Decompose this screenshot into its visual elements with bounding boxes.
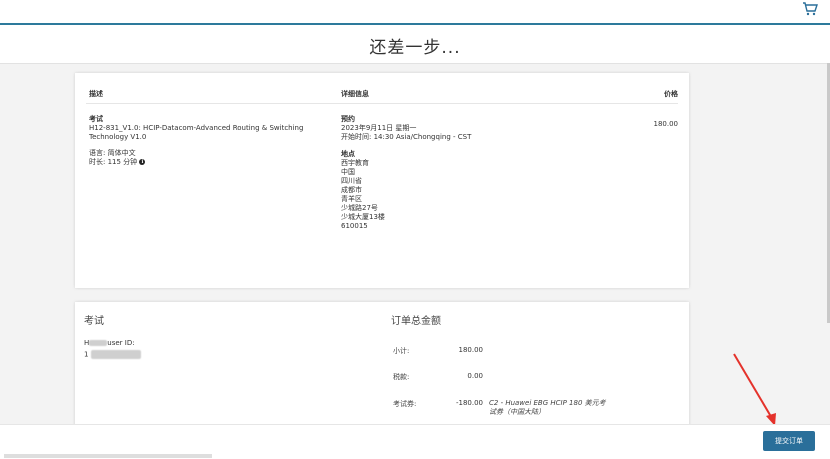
location-line: 西宇教育 bbox=[341, 159, 369, 167]
user-id-prefix: 1 bbox=[84, 350, 89, 359]
redacted-user-id bbox=[90, 350, 141, 359]
location-line: 610015 bbox=[341, 222, 368, 230]
cart-icon[interactable] bbox=[802, 1, 818, 17]
horizontal-scrollbar[interactable] bbox=[4, 454, 212, 458]
exam-duration: 时长: 115 分钟 bbox=[89, 158, 138, 166]
header-divider bbox=[86, 103, 678, 104]
top-bar bbox=[0, 0, 830, 25]
location-line: 少城大厦13楼 bbox=[341, 213, 385, 221]
tax-value: 0.00 bbox=[467, 372, 483, 380]
user-id-value-row: 1 bbox=[84, 350, 141, 360]
location-line: 成都市 bbox=[341, 186, 362, 194]
exam-duration-row: 时长: 115 分钟 i bbox=[89, 158, 314, 167]
voucher-label: 考试券: bbox=[393, 400, 417, 408]
location-line: 四川省 bbox=[341, 177, 362, 185]
user-id-label-row: Huser ID: bbox=[84, 339, 135, 348]
exam-price: 180.00 bbox=[653, 120, 679, 128]
tax-label: 税款: bbox=[393, 373, 410, 381]
footer-bar bbox=[0, 424, 830, 459]
appointment-label: 预约 bbox=[341, 115, 355, 123]
voucher-value: -180.00 bbox=[455, 399, 483, 407]
exam-label: 考试 bbox=[89, 115, 103, 123]
appointment-date: 2023年9月11日 星期一 bbox=[341, 124, 417, 132]
exam-description: 考试 H12-831_V1.0: HCIP-Datacom-Advanced R… bbox=[89, 115, 314, 167]
subtotal-value: 180.00 bbox=[458, 346, 484, 354]
user-id-label: user ID: bbox=[107, 339, 135, 347]
title-bar: 还差一步... bbox=[0, 25, 830, 64]
page-title: 还差一步... bbox=[369, 38, 461, 58]
exam-details: 预约 2023年9月11日 星期一 开始时间: 14:30 Asia/Chong… bbox=[341, 115, 571, 231]
col-header-details: 详细信息 bbox=[341, 90, 369, 98]
location-line: 中国 bbox=[341, 168, 355, 176]
col-header-price: 价格 bbox=[664, 90, 678, 98]
exam-name: H12-831_V1.0: HCIP-Datacom-Advanced Rout… bbox=[89, 124, 304, 141]
info-icon[interactable]: i bbox=[139, 159, 146, 165]
exam-language: 语言: 简体中文 bbox=[89, 149, 136, 157]
appointment-start-time: 开始时间: 14:30 Asia/Chongqing - CST bbox=[341, 133, 472, 141]
voucher-note: C2 - Huawei EBG HCIP 180 美元考试券（中国大陆） bbox=[489, 399, 606, 416]
candidate-section-title: 考试 bbox=[84, 316, 104, 327]
redacted-name bbox=[89, 340, 108, 346]
col-header-description: 描述 bbox=[89, 90, 103, 98]
order-summary-title: 订单总金额 bbox=[391, 316, 441, 327]
location-label: 地点 bbox=[341, 150, 355, 158]
location-line: 青羊区 bbox=[341, 195, 362, 203]
submit-order-button[interactable]: 提交订单 bbox=[763, 431, 815, 451]
order-card: 考试 Huser ID: 1 订单总金额 小计: 180.00 税款: 0.00… bbox=[75, 302, 689, 432]
appointment-details-card: 描述 详细信息 价格 考试 H12-831_V1.0: HCIP-Datacom… bbox=[75, 73, 689, 288]
annotation-arrow bbox=[733, 353, 776, 426]
subtotal-label: 小计: bbox=[393, 347, 410, 355]
location-line: 少城路27号 bbox=[341, 204, 378, 212]
